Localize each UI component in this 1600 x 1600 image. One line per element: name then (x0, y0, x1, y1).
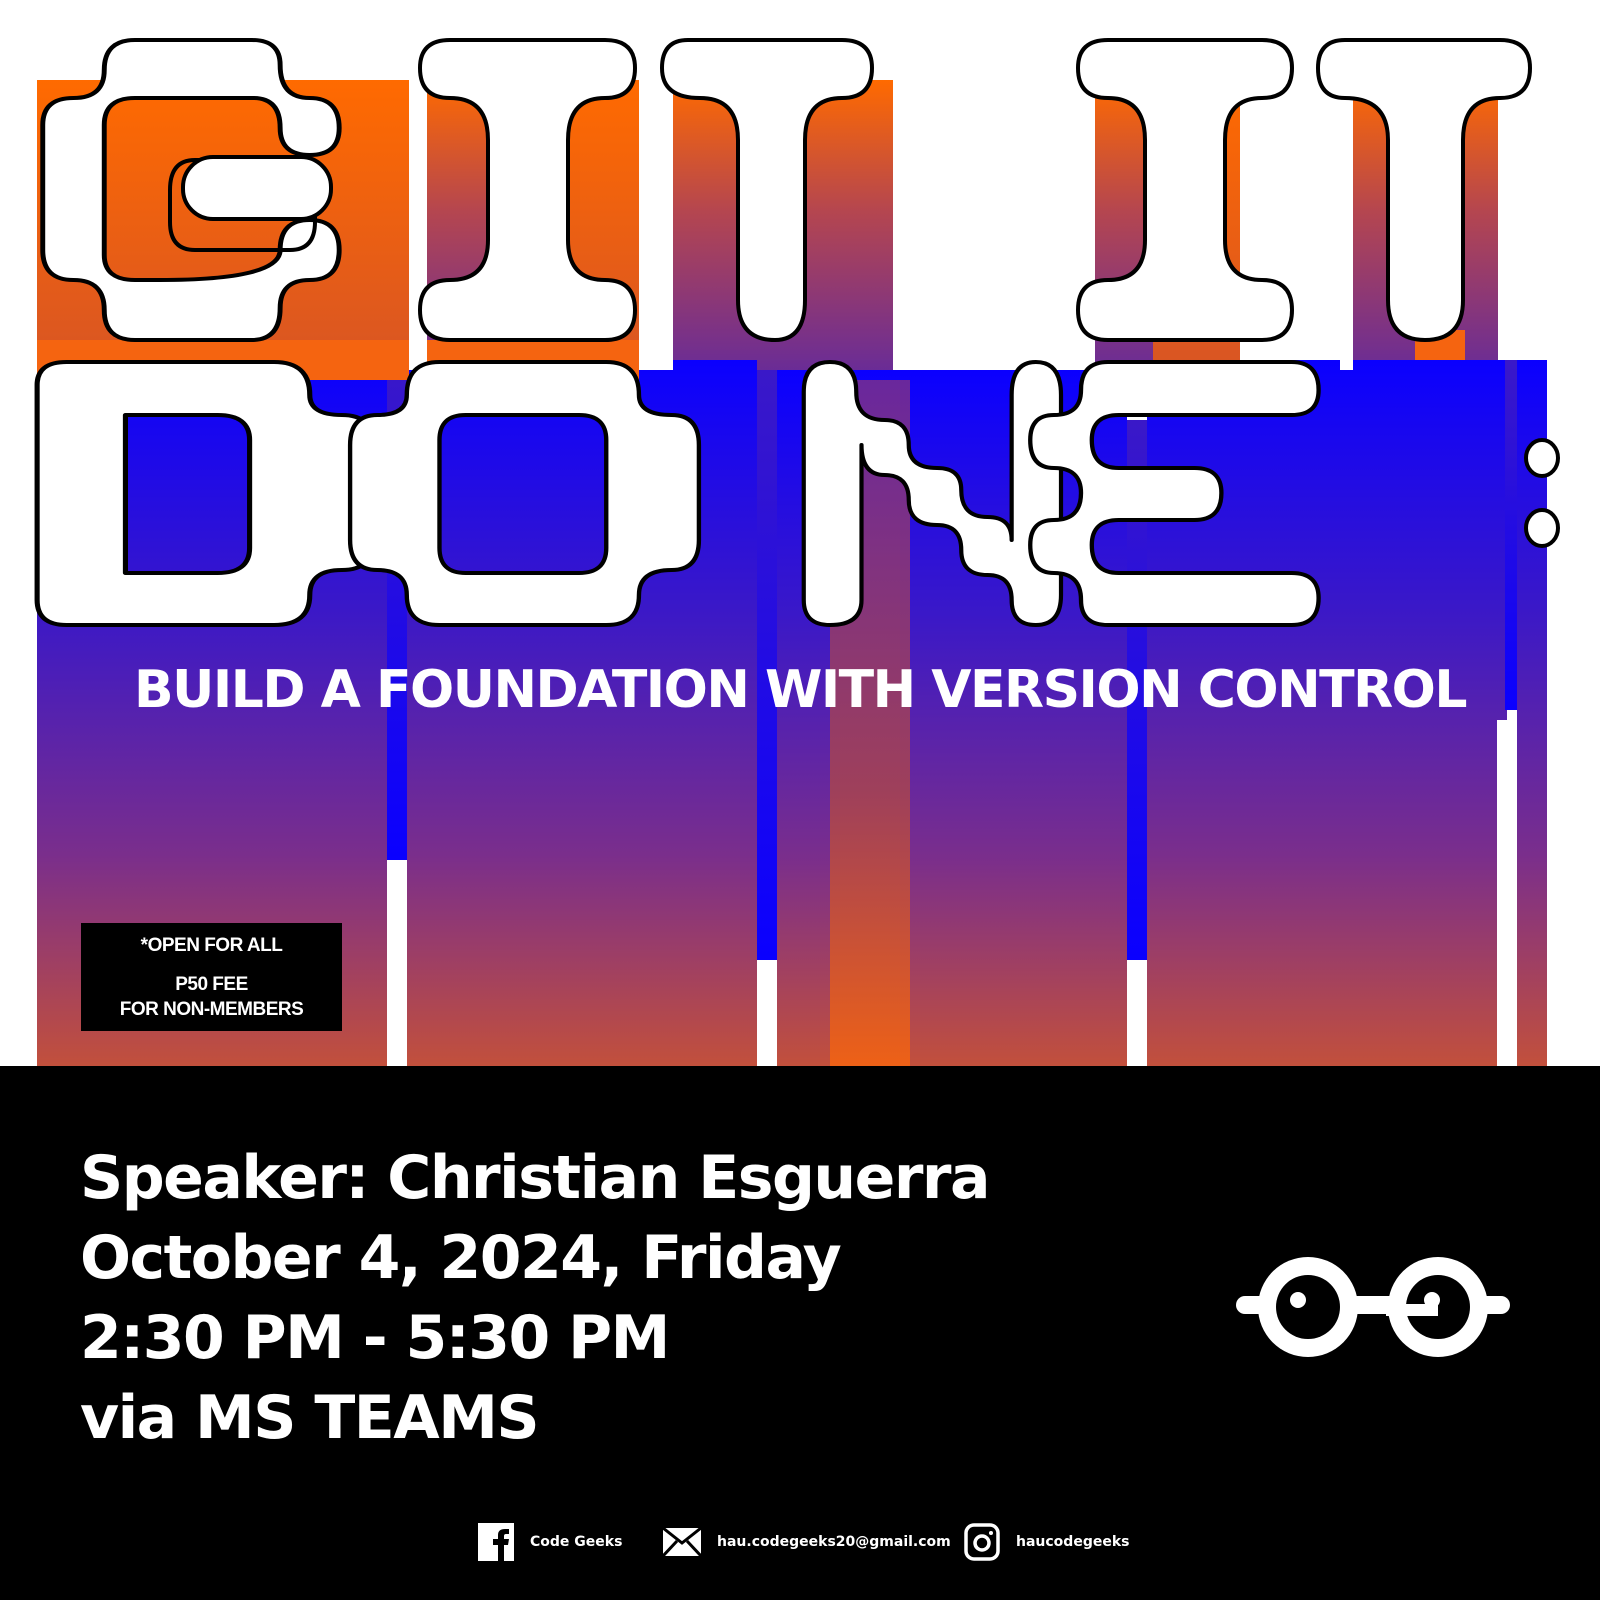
time-line: 2:30 PM - 5:30 PM (80, 1303, 670, 1373)
fee-notice-box: *OPEN FOR ALL P50 FEE FOR NON-MEMBERS (81, 923, 342, 1031)
column-gap (639, 80, 673, 370)
instagram-icon (964, 1523, 1000, 1561)
speaker-line: Speaker: Christian Esguerra (80, 1143, 990, 1213)
column-gap (757, 960, 777, 1066)
contact-footer: Code Geeks hau.codegeeks20@gmail.com hau… (0, 1520, 1600, 1564)
fee-text: P50 FEE (175, 974, 248, 995)
headline-line1 (40, 38, 1532, 342)
event-subtitle: BUILD A FOUNDATION WITH VERSION CONTROL (134, 660, 1467, 720)
facebook-link[interactable]: Code Geeks (478, 1520, 622, 1564)
open-for-all-text: *OPEN FOR ALL (140, 935, 283, 956)
facebook-icon (478, 1523, 514, 1561)
code-geeks-logo-icon (1236, 1257, 1510, 1357)
hero-artwork (34, 38, 1560, 1066)
column-gap (1127, 960, 1147, 1066)
column-gap (387, 860, 407, 1066)
facebook-label: Code Geeks (530, 1534, 623, 1550)
date-line: October 4, 2024, Friday (80, 1223, 842, 1293)
event-poster: BUILD A FOUNDATION WITH VERSION CONTROL … (0, 0, 1600, 1600)
instagram-label: haucodegeeks (1016, 1534, 1130, 1550)
mail-icon (663, 1528, 701, 1556)
instagram-link[interactable]: haucodegeeks (964, 1520, 1129, 1564)
column (1465, 80, 1498, 370)
email-label: hau.codegeeks20@gmail.com (717, 1534, 951, 1550)
event-info-section: Speaker: Christian Esguerra October 4, 2… (0, 1066, 1600, 1600)
letter-g-bar (181, 155, 333, 221)
non-members-text: FOR NON-MEMBERS (119, 999, 304, 1020)
hero-section: BUILD A FOUNDATION WITH VERSION CONTROL … (0, 0, 1600, 1066)
column-gap (1340, 80, 1353, 370)
event-details: Speaker: Christian Esguerra October 4, 2… (80, 1138, 990, 1458)
column-gap (1497, 720, 1509, 1066)
venue-line: via MS TEAMS (80, 1383, 540, 1453)
email-link[interactable]: hau.codegeeks20@gmail.com (663, 1520, 951, 1564)
colon-dot-top (1524, 438, 1560, 478)
colon-dot-bottom (1524, 508, 1560, 548)
